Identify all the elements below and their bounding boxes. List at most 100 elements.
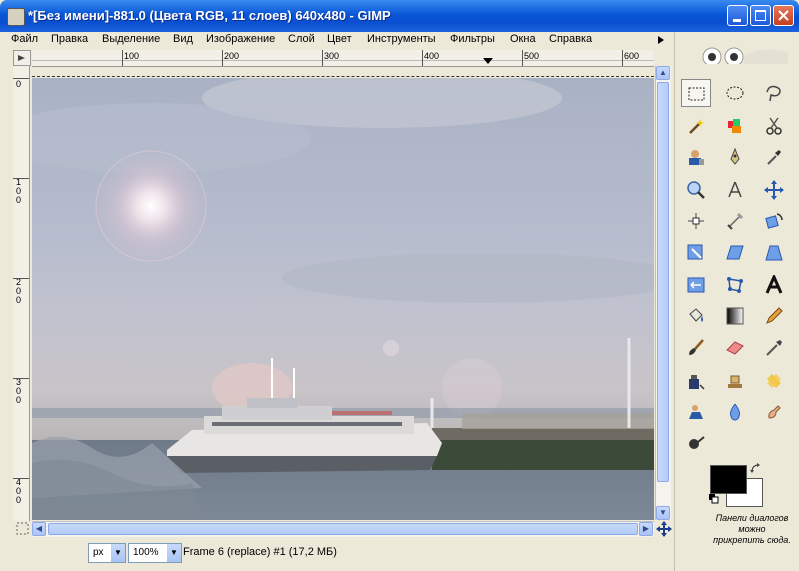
ruler-label: 300: [16, 377, 22, 405]
ruler-label: 300: [324, 51, 340, 61]
tool-perspective[interactable]: [759, 239, 789, 267]
clone-icon: [728, 375, 742, 388]
horizontal-ruler[interactable]: 100 200 300 400 500 600: [32, 50, 654, 67]
tool-dodge-burn[interactable]: [681, 430, 711, 458]
zoom-value: 100%: [133, 547, 159, 558]
ruler-label: 200: [224, 51, 240, 61]
close-icon: [778, 10, 789, 21]
minimize-button[interactable]: [727, 5, 748, 26]
ruler-label: 600: [624, 51, 640, 61]
ruler-label: 200: [16, 277, 22, 305]
tool-shear[interactable]: [720, 239, 750, 267]
vertical-scroll-thumb[interactable]: [657, 82, 669, 482]
crop-icon: [727, 213, 743, 230]
zoom-icon: [687, 181, 705, 199]
horizontal-scroll-thumb[interactable]: [48, 523, 638, 535]
tool-pencil[interactable]: [759, 302, 789, 330]
tool-zoom[interactable]: [681, 176, 711, 204]
menu-select[interactable]: Выделение: [102, 33, 160, 45]
tool-paths[interactable]: [720, 143, 750, 171]
menu-windows[interactable]: Окна: [510, 33, 536, 45]
tool-fuzzy-select[interactable]: [681, 112, 711, 140]
tool-rect-select[interactable]: [681, 79, 711, 107]
tool-move[interactable]: [759, 176, 789, 204]
image-menu-arrow-icon[interactable]: [658, 36, 664, 44]
tool-select-by-color[interactable]: [720, 112, 750, 140]
ruler-corner-icon: [18, 55, 25, 61]
close-button[interactable]: [773, 5, 794, 26]
ruler-corner[interactable]: [13, 50, 31, 66]
quick-mask-icon[interactable]: [15, 521, 31, 537]
swap-colors-icon[interactable]: [750, 463, 762, 475]
tool-blend[interactable]: [720, 302, 750, 330]
color-picker-icon: [767, 150, 781, 165]
gimp-app-icon[interactable]: [7, 8, 25, 26]
tool-color-picker[interactable]: [759, 143, 789, 171]
tool-align[interactable]: [681, 207, 711, 235]
bucket-fill-icon: [689, 308, 703, 322]
tool-measure[interactable]: [720, 176, 750, 204]
text-icon: [765, 275, 783, 294]
tool-crop[interactable]: [720, 207, 750, 235]
scissors-icon: [766, 117, 782, 135]
tool-scissors[interactable]: [759, 112, 789, 140]
foreground-color-swatch[interactable]: [710, 465, 747, 494]
image-canvas[interactable]: [32, 78, 654, 520]
dodge-burn-icon: [689, 436, 705, 449]
tool-airbrush[interactable]: [759, 334, 789, 362]
tool-paintbrush[interactable]: [681, 334, 711, 362]
vertical-scrollbar[interactable]: ▲ ▼: [655, 66, 671, 520]
pointer-marker-icon: [483, 58, 493, 64]
tool-clone[interactable]: [720, 367, 750, 395]
tool-flip[interactable]: [681, 271, 711, 299]
tool-scale[interactable]: [681, 239, 711, 267]
ruler-label: 400: [16, 477, 22, 505]
tool-perspective-clone[interactable]: [681, 398, 711, 426]
chevron-down-icon: ▼: [167, 544, 181, 562]
menu-colors[interactable]: Цвет: [327, 33, 352, 45]
tool-smudge[interactable]: [759, 398, 789, 426]
menu-tools[interactable]: Инструменты: [367, 33, 436, 45]
move-icon: [764, 180, 784, 200]
select-by-color-icon: [728, 119, 741, 133]
menu-file[interactable]: Файл: [11, 33, 38, 45]
status-message: Frame 6 (replace) #1 (17,2 МБ): [183, 546, 337, 558]
tool-ink[interactable]: [681, 367, 711, 395]
menu-help[interactable]: Справка: [549, 33, 592, 45]
perspective-icon: [765, 245, 783, 261]
status-bar: px ▼ 100% ▼ Frame 6 (replace) #1 (17,2 М…: [12, 540, 674, 566]
tool-eraser[interactable]: [720, 334, 750, 362]
tool-bucket-fill[interactable]: [681, 302, 711, 330]
unit-select[interactable]: px ▼: [88, 543, 126, 563]
rotate-icon: [765, 213, 783, 229]
tool-heal[interactable]: [759, 367, 789, 395]
scroll-right-button[interactable]: ▶: [639, 522, 653, 536]
vertical-ruler[interactable]: 0 100 200 300 400: [13, 66, 30, 521]
scroll-up-button[interactable]: ▲: [656, 66, 670, 80]
menu-filters[interactable]: Фильтры: [450, 33, 495, 45]
scroll-down-button[interactable]: ▼: [656, 506, 670, 520]
scroll-left-button[interactable]: ◀: [32, 522, 46, 536]
tool-free-select[interactable]: [759, 79, 789, 107]
default-colors-icon[interactable]: [708, 493, 720, 505]
navigate-icon[interactable]: [656, 521, 672, 537]
ink-icon: [689, 375, 705, 390]
tool-text[interactable]: [759, 271, 789, 299]
menu-view[interactable]: Вид: [173, 33, 193, 45]
tool-foreground-select[interactable]: [681, 143, 711, 171]
menu-bar: Файл Правка Выделение Вид Изображение Сл…: [0, 32, 674, 48]
menu-layer[interactable]: Слой: [288, 33, 315, 45]
menu-edit[interactable]: Правка: [51, 33, 88, 45]
perspective-clone-icon: [689, 405, 703, 419]
maximize-button[interactable]: [750, 5, 771, 26]
zoom-select[interactable]: 100% ▼: [128, 543, 182, 563]
tool-blur[interactable]: [720, 398, 750, 426]
tool-ellipse-select[interactable]: [720, 79, 750, 107]
blur-icon: [730, 403, 740, 421]
menu-image[interactable]: Изображение: [206, 33, 275, 45]
tool-cage-transform[interactable]: [720, 271, 750, 299]
horizontal-scrollbar[interactable]: ◀ ▶: [32, 521, 654, 537]
harbor-photo: [32, 78, 654, 520]
tool-rotate[interactable]: [759, 207, 789, 235]
rect-select-icon: [688, 87, 705, 101]
